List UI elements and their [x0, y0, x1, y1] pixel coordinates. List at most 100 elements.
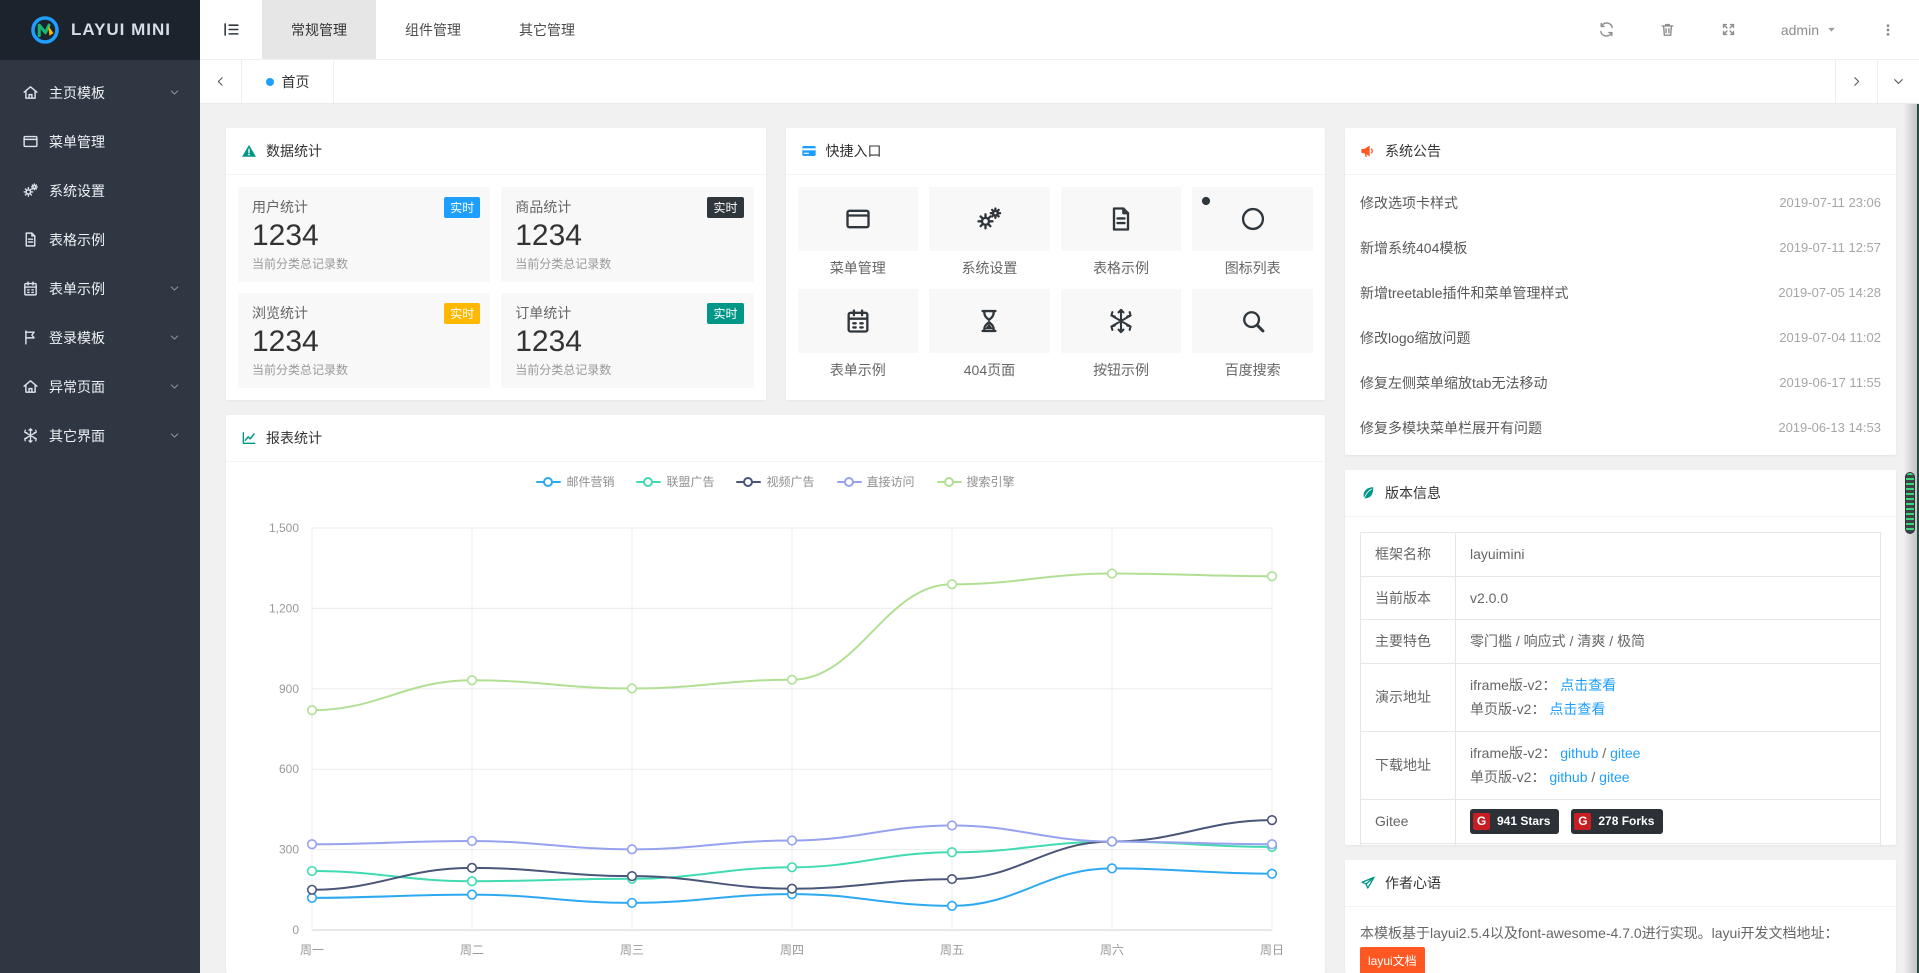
realtime-badge: 实时 — [444, 197, 480, 218]
version-table: 框架名称layuimini当前版本v2.0.0主要特色零门槛 / 响应式 / 清… — [1360, 532, 1881, 845]
version-row-label: 主要特色 — [1361, 620, 1456, 664]
quick-entry-2[interactable]: 系统设置 — [929, 187, 1050, 278]
gitee-badge[interactable]: G278 Forks — [1571, 809, 1663, 834]
quick-entry-label: 系统设置 — [929, 258, 1050, 278]
legend-item-5[interactable]: 搜索引擎 — [937, 473, 1015, 490]
quick-entry-1[interactable]: 菜单管理 — [798, 187, 919, 278]
legend-label: 联盟广告 — [666, 473, 714, 490]
card-title: 版本信息 — [1385, 483, 1441, 503]
link-gitee[interactable]: gitee — [1599, 769, 1629, 785]
legend-ring — [643, 477, 653, 487]
card-version-info: 版本信息 框架名称layuimini当前版本v2.0.0主要特色零门槛 / 响应… — [1345, 470, 1896, 845]
hourglass-icon — [929, 289, 1050, 353]
svg-text:1,500: 1,500 — [269, 521, 299, 535]
announcement-row-4[interactable]: 修改logo缩放问题2019-07-04 11:02 — [1360, 315, 1881, 360]
layui-logo-icon — [29, 14, 61, 46]
sidebar-item-1[interactable]: 主页模板 — [0, 68, 200, 117]
link-github[interactable]: github — [1549, 769, 1587, 785]
legend-item-4[interactable]: 直接访问 — [837, 473, 915, 490]
sidebar-item-label: 菜单管理 — [49, 132, 105, 152]
announcement-row-2[interactable]: 新增系统404模板2019-07-11 12:57 — [1360, 225, 1881, 270]
tab-actions-button[interactable] — [1877, 60, 1919, 103]
card-title: 作者心语 — [1385, 873, 1441, 893]
window-icon — [798, 187, 919, 251]
header-nav-tab-3[interactable]: 其它管理 — [490, 0, 604, 59]
legend-marker — [736, 477, 761, 487]
legend-marker — [636, 477, 661, 487]
link-点击查看[interactable]: 点击查看 — [1549, 701, 1605, 717]
header-nav-tab-1[interactable]: 常规管理 — [262, 0, 376, 59]
legend-item-3[interactable]: 视频广告 — [736, 473, 814, 490]
chart-legend: 邮件营销 联盟广告 视频广告 直接访问 搜索引擎 — [226, 473, 1325, 490]
svg-text:300: 300 — [279, 843, 299, 857]
card-data-statistics: 数据统计 用户统计1234当前分类总记录数实时商品统计1234当前分类总记录数实… — [226, 128, 766, 400]
sidebar-item-4[interactable]: 表格示例 — [0, 215, 200, 264]
clear-cache-icon[interactable] — [1659, 21, 1676, 38]
legend-label: 视频广告 — [766, 473, 814, 490]
calendar-icon — [798, 289, 919, 353]
announcement-row-3[interactable]: 新增treetable插件和菜单管理样式2019-07-05 14:28 — [1360, 270, 1881, 315]
right-column: 系统公告 修改选项卡样式2019-07-11 23:06新增系统404模板201… — [1345, 128, 1896, 973]
refresh-icon[interactable] — [1598, 21, 1615, 38]
announcement-row-6[interactable]: 修复多模块菜单栏展开有问题2019-06-13 14:53 — [1360, 405, 1881, 450]
header: 常规管理组件管理其它管理 admin — [200, 0, 1919, 60]
announcement-title: 新增系统404模板 — [1360, 238, 1467, 258]
quick-entry-6[interactable]: 404页面 — [929, 289, 1050, 380]
tabbar-spacer — [334, 60, 1835, 103]
layui-doc-badge[interactable]: layui文档 — [1360, 947, 1425, 973]
user-menu[interactable]: admin — [1781, 22, 1837, 38]
chevron-down-icon — [169, 283, 180, 294]
sidebar-item-7[interactable]: 异常页面 — [0, 362, 200, 411]
stat-box-3[interactable]: 浏览统计1234当前分类总记录数实时 — [238, 293, 490, 388]
quick-entry-7[interactable]: 按钮示例 — [1061, 289, 1182, 380]
quick-entry-label: 404页面 — [929, 360, 1050, 380]
card-header: 报表统计 — [226, 415, 1325, 462]
svg-text:周二: 周二 — [460, 943, 484, 957]
announcement-date: 2019-06-17 11:55 — [1779, 375, 1881, 390]
quick-entry-5[interactable]: 表单示例 — [798, 289, 919, 380]
legend-item-2[interactable]: 联盟广告 — [636, 473, 714, 490]
gitee-badge[interactable]: G941 Stars — [1470, 809, 1559, 834]
calendar-icon — [22, 280, 39, 297]
quick-entry-4[interactable]: 图标列表 — [1192, 187, 1313, 278]
sidebar-item-6[interactable]: 登录模板 — [0, 313, 200, 362]
header-nav-tab-2[interactable]: 组件管理 — [376, 0, 490, 59]
tab-scroll-right-button[interactable] — [1835, 60, 1877, 103]
fullscreen-icon[interactable] — [1720, 21, 1737, 38]
sidebar-item-3[interactable]: 系统设置 — [0, 166, 200, 215]
link-点击查看[interactable]: 点击查看 — [1560, 677, 1616, 693]
realtime-badge: 实时 — [707, 197, 743, 218]
svg-text:周一: 周一 — [300, 943, 324, 957]
sidebar-item-label: 登录模板 — [49, 328, 105, 348]
announcement-title: 修复左侧菜单缩放tab无法移动 — [1360, 373, 1547, 393]
stat-box-2[interactable]: 商品统计1234当前分类总记录数实时 — [501, 187, 753, 282]
quick-entry-8[interactable]: 百度搜索 — [1192, 289, 1313, 380]
page-tab-label: 首页 — [282, 72, 310, 92]
card-quick-entry: 快捷入口 菜单管理系统设置表格示例图标列表表单示例404页面按钮示例百度搜索 — [786, 128, 1326, 400]
card-header: 系统公告 — [1345, 128, 1896, 175]
link-github[interactable]: github — [1560, 745, 1598, 761]
logo[interactable]: LAYUI MINI — [0, 0, 200, 60]
sidebar-item-8[interactable]: 其它界面 — [0, 411, 200, 460]
version-row-value: v2.0.0 — [1456, 576, 1881, 620]
stat-box-4[interactable]: 订单统计1234当前分类总记录数实时 — [501, 293, 753, 388]
cogs-icon — [929, 187, 1050, 251]
menu-fold-icon[interactable] — [200, 0, 262, 59]
sidebar-item-label: 表单示例 — [49, 279, 105, 299]
scrollbar-thumb[interactable] — [1905, 472, 1915, 534]
announcement-row-1[interactable]: 修改选项卡样式2019-07-11 23:06 — [1360, 180, 1881, 225]
announcement-row-5[interactable]: 修复左侧菜单缩放tab无法移动 2019-06-17 11:55 — [1360, 360, 1881, 405]
stat-box-1[interactable]: 用户统计1234当前分类总记录数实时 — [238, 187, 490, 282]
caret-down-icon — [1826, 24, 1837, 35]
tab-scroll-left-button[interactable] — [200, 60, 242, 103]
legend-item-1[interactable]: 邮件营销 — [536, 473, 614, 490]
announcement-date: 2019-07-11 23:06 — [1779, 195, 1881, 210]
sidebar-item-2[interactable]: 菜单管理 — [0, 117, 200, 166]
legend-label: 邮件营销 — [566, 473, 614, 490]
legend-ring — [844, 477, 854, 487]
sidebar-item-5[interactable]: 表单示例 — [0, 264, 200, 313]
page-tab-1[interactable]: 首页 — [242, 60, 334, 103]
link-gitee[interactable]: gitee — [1610, 745, 1640, 761]
quick-entry-3[interactable]: 表格示例 — [1061, 187, 1182, 278]
more-menu-icon[interactable] — [1881, 22, 1895, 38]
